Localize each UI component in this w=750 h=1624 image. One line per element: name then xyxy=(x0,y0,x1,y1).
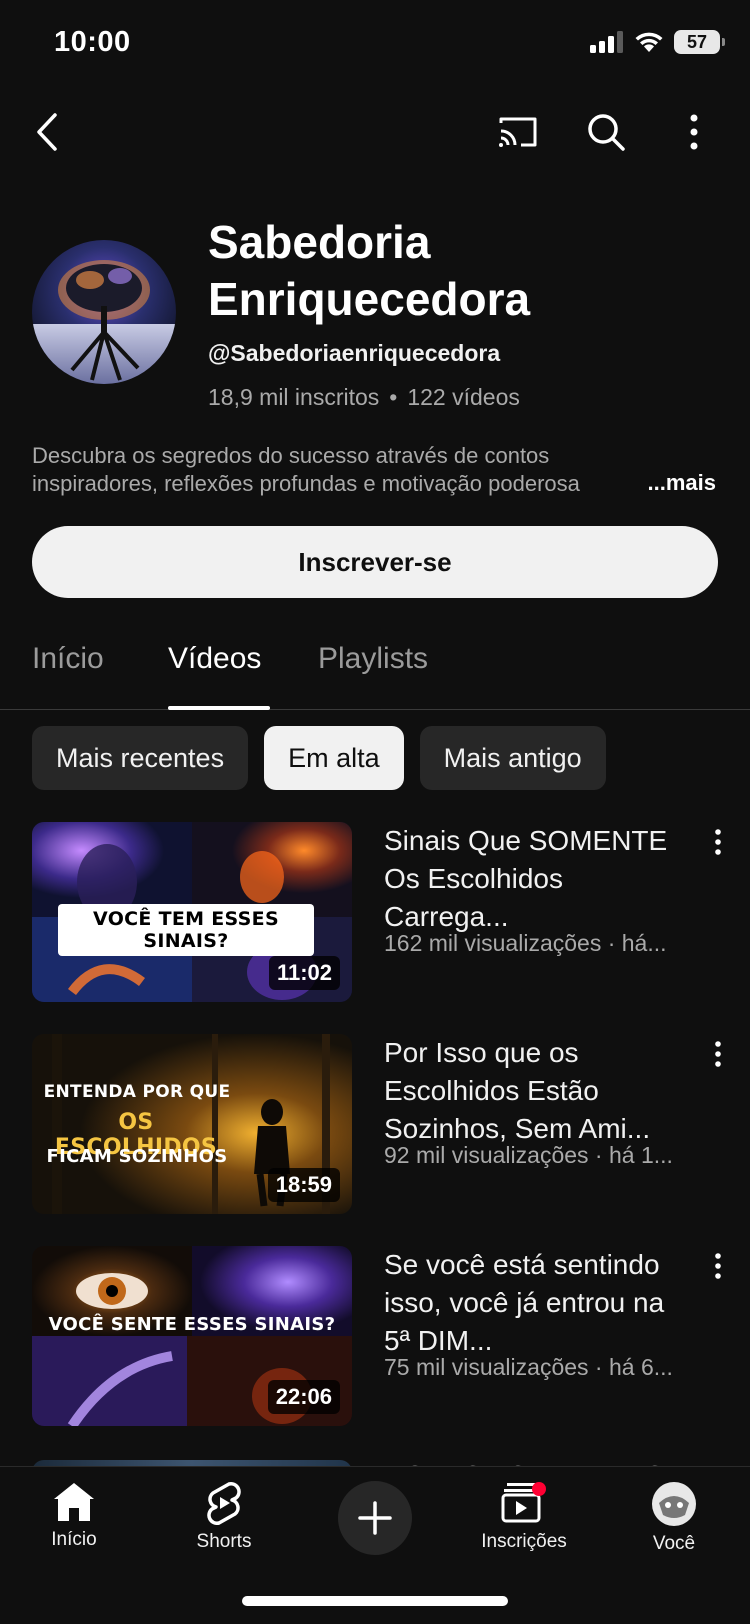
nav-label: Inscrições xyxy=(481,1531,567,1552)
top-app-bar xyxy=(0,100,750,164)
chip-em-alta[interactable]: Em alta xyxy=(264,726,404,790)
video-title[interactable]: Por Isso que os Escolhidos Estão Sozinho… xyxy=(384,1034,694,1148)
video-meta: 75 mil visualizações · há 6... xyxy=(384,1354,673,1380)
thumbnail-caption-line3: FICAM SOZINHOS xyxy=(46,1146,228,1167)
nav-you[interactable]: Você xyxy=(614,1481,734,1555)
nav-label: Shorts xyxy=(196,1531,252,1552)
channel-name: Sabedoria Enriquecedora xyxy=(208,216,531,325)
description-more-link[interactable]: ...mais xyxy=(625,470,716,496)
sort-chips: Mais recentes Em alta Mais antigo xyxy=(32,726,606,790)
back-button[interactable] xyxy=(22,106,74,158)
more-vertical-icon xyxy=(715,1041,721,1067)
subscriber-count: 18,9 mil inscritos xyxy=(208,384,380,410)
video-duration: 11:02 xyxy=(268,956,340,990)
subscribe-button[interactable]: Inscrever-se xyxy=(32,526,718,598)
video-title[interactable]: Se você está sentindo isso, você já entr… xyxy=(384,1246,694,1360)
status-bar: 10:00 57 xyxy=(0,0,750,90)
video-menu-button[interactable] xyxy=(704,822,732,862)
cast-button[interactable] xyxy=(492,106,544,158)
channel-stats: 18,9 mil inscritos • 122 vídeos xyxy=(208,384,520,411)
video-thumbnail[interactable]: VOCÊ SENTE ESSES SINAIS? 22:06 xyxy=(32,1246,352,1426)
signal-icon xyxy=(590,31,623,53)
thumbnail-caption-line1: ENTENDA POR QUE xyxy=(43,1082,231,1102)
thumbnail-caption: VOCÊ SENTE ESSES SINAIS? xyxy=(48,1314,336,1335)
tab-videos[interactable]: Vídeos xyxy=(168,642,261,676)
nav-subscriptions[interactable]: Inscrições xyxy=(464,1481,584,1553)
search-button[interactable] xyxy=(580,106,632,158)
back-arrow-icon xyxy=(37,113,57,151)
video-meta: 162 mil visualizações · há... xyxy=(384,930,667,956)
channel-tabs: Início Vídeos Playlists xyxy=(0,620,750,710)
nav-shorts[interactable]: Shorts xyxy=(164,1481,284,1553)
thumbnail-caption: VOCÊ TEM ESSES SINAIS? xyxy=(58,904,314,956)
more-vertical-icon xyxy=(690,114,698,150)
video-item[interactable]: ENTENDA POR QUE OS ESCOLHIDOS FICAM SOZI… xyxy=(32,1034,732,1214)
video-item[interactable]: VOCÊ TEM ESSES SINAIS? 11:02 Sinais Que … xyxy=(32,822,732,1002)
channel-description[interactable]: Descubra os segredos do sucesso através … xyxy=(32,442,632,498)
status-icons: 57 xyxy=(590,30,725,54)
chip-mais-recentes[interactable]: Mais recentes xyxy=(32,726,249,790)
create-button[interactable] xyxy=(338,1481,412,1555)
cast-icon xyxy=(499,117,537,147)
avatar xyxy=(652,1482,696,1526)
video-item[interactable]: VOCÊ SENTE ESSES SINAIS? 22:06 Se você e… xyxy=(32,1246,732,1426)
video-duration: 18:59 xyxy=(267,1168,340,1202)
add-icon xyxy=(358,1501,392,1535)
video-count: 122 vídeos xyxy=(407,384,520,410)
search-icon xyxy=(588,114,625,151)
channel-avatar[interactable] xyxy=(32,240,176,384)
home-indicator xyxy=(242,1596,508,1606)
more-options-button[interactable] xyxy=(668,106,720,158)
stats-separator: • xyxy=(389,384,398,410)
nav-label: Você xyxy=(652,1533,696,1554)
video-meta: 92 mil visualizações · há 1... xyxy=(384,1142,673,1168)
channel-handle: @Sabedoriaenriquecedora xyxy=(208,340,501,366)
tab-inicio[interactable]: Início xyxy=(32,642,104,676)
nav-home[interactable]: Início xyxy=(14,1481,134,1551)
video-menu-button[interactable] xyxy=(704,1246,732,1286)
active-tab-indicator xyxy=(168,706,270,710)
chip-mais-antigo[interactable]: Mais antigo xyxy=(419,726,606,790)
battery-level: 57 xyxy=(686,31,708,52)
video-thumbnail[interactable]: VOCÊ TEM ESSES SINAIS? 11:02 xyxy=(32,822,352,1002)
home-icon xyxy=(54,1483,94,1521)
wifi-icon xyxy=(635,32,663,52)
battery-indicator: 57 xyxy=(674,30,725,54)
shorts-icon xyxy=(207,1482,241,1525)
more-vertical-icon xyxy=(715,829,721,855)
status-time: 10:00 xyxy=(54,26,131,58)
subscriptions-icon xyxy=(501,1482,546,1523)
more-vertical-icon xyxy=(715,1253,721,1279)
video-menu-button[interactable] xyxy=(704,1034,732,1074)
video-thumbnail[interactable]: ENTENDA POR QUE OS ESCOLHIDOS FICAM SOZI… xyxy=(32,1034,352,1214)
tab-playlists[interactable]: Playlists xyxy=(318,642,428,676)
video-duration: 22:06 xyxy=(267,1380,340,1414)
tree-logo xyxy=(32,240,176,384)
nav-label: Início xyxy=(51,1529,97,1550)
video-title[interactable]: Sinais Que SOMENTE Os Escolhidos Carrega… xyxy=(384,822,694,936)
